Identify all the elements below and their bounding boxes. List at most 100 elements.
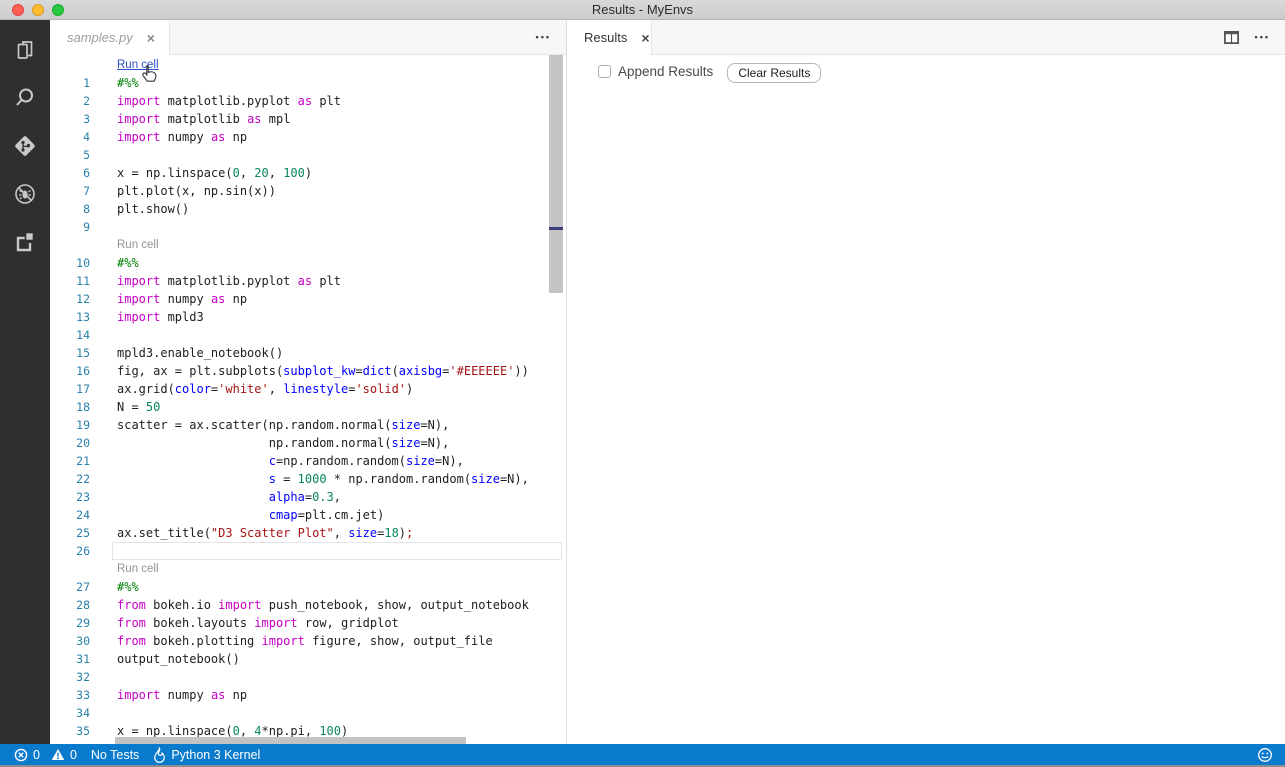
code-line-row[interactable]: 1#%%: [50, 74, 566, 92]
code-line[interactable]: x = np.linspace(0, 20, 100): [117, 166, 312, 180]
code-line[interactable]: import numpy as np: [117, 688, 247, 702]
code-line-row[interactable]: 13import mpld3: [50, 308, 566, 326]
code-line-row[interactable]: 7plt.plot(x, np.sin(x)): [50, 182, 566, 200]
code-line-row[interactable]: 15mpld3.enable_notebook(): [50, 344, 566, 362]
code-line-row[interactable]: 34: [50, 704, 566, 722]
code-line[interactable]: import matplotlib as mpl: [117, 112, 290, 126]
tab-label: samples.py: [67, 30, 133, 45]
code-line[interactable]: import matplotlib.pyplot as plt: [117, 274, 341, 288]
code-line[interactable]: import matplotlib.pyplot as plt: [117, 94, 341, 108]
code-line-row[interactable]: 30from bokeh.plotting import figure, sho…: [50, 632, 566, 650]
code-line-row[interactable]: 24 cmap=plt.cm.jet): [50, 506, 566, 524]
code-line[interactable]: #%%: [117, 256, 139, 270]
code-line-row[interactable]: 14: [50, 326, 566, 344]
code-line-row[interactable]: 18N = 50: [50, 398, 566, 416]
code-line-row[interactable]: 21 c=np.random.random(size=N),: [50, 452, 566, 470]
code-line[interactable]: alpha=0.3,: [117, 490, 341, 504]
titlebar: Results - MyEnvs: [0, 0, 1285, 20]
run-cell-codelens[interactable]: Run cell: [117, 563, 159, 575]
code-line-row[interactable]: 12import numpy as np: [50, 290, 566, 308]
code-line-row[interactable]: 9: [50, 218, 566, 236]
code-line[interactable]: #%%: [117, 76, 139, 90]
line-number: 34: [50, 706, 90, 720]
code-line-row[interactable]: 11 import matplotlib.pyplot as plt: [50, 272, 566, 290]
close-window-button[interactable]: [12, 4, 24, 16]
code-line[interactable]: ax.set_title("D3 Scatter Plot", size=18)…: [117, 526, 413, 540]
vscode-window: Results - MyEnvs: [0, 0, 1285, 767]
code-line[interactable]: x = np.linspace(0, 4*np.pi, 100): [117, 724, 348, 738]
code-line-row[interactable]: 27#%%: [50, 578, 566, 596]
extensions-icon[interactable]: [0, 218, 50, 266]
code-line[interactable]: from bokeh.io import push_notebook, show…: [117, 598, 529, 612]
explorer-icon[interactable]: [0, 26, 50, 74]
code-line-row[interactable]: 19scatter = ax.scatter(np.random.normal(…: [50, 416, 566, 434]
code-line-row[interactable]: 29from bokeh.layouts import row, gridplo…: [50, 614, 566, 632]
problems-status[interactable]: 0 0: [14, 748, 77, 762]
code-line-row[interactable]: 16fig, ax = plt.subplots(subplot_kw=dict…: [50, 362, 566, 380]
kernel-status[interactable]: Python 3 Kernel: [153, 747, 260, 763]
code-line-row[interactable]: 5: [50, 146, 566, 164]
source-control-icon[interactable]: [0, 122, 50, 170]
code-line[interactable]: from bokeh.layouts import row, gridplot: [117, 616, 399, 630]
line-number: 21: [50, 454, 90, 468]
debug-icon[interactable]: [0, 170, 50, 218]
code-line-row[interactable]: 3 import matplotlib as mpl: [50, 110, 566, 128]
code-line-row[interactable]: 2import matplotlib.pyplot as plt: [50, 92, 566, 110]
line-number: 33: [50, 688, 90, 702]
code-line[interactable]: #%%: [117, 580, 139, 594]
code-line[interactable]: plt.plot(x, np.sin(x)): [117, 184, 276, 198]
more-actions-icon[interactable]: •••: [1255, 32, 1270, 42]
line-number: 11: [50, 274, 90, 288]
editor-group-left: samples.py × ••• Run cell1#%%2import mat…: [50, 20, 566, 744]
code-line-row[interactable]: 25ax.set_title("D3 Scatter Plot", size=1…: [50, 524, 566, 542]
append-results-checkbox[interactable]: [598, 65, 611, 78]
code-line[interactable]: import mpld3: [117, 310, 204, 324]
code-line[interactable]: np.random.normal(size=N),: [117, 436, 449, 450]
code-line[interactable]: c=np.random.random(size=N),: [117, 454, 464, 468]
horizontal-scrollbar[interactable]: [115, 737, 466, 744]
code-line[interactable]: N = 50: [117, 400, 160, 414]
code-line-row[interactable]: 31output_notebook(): [50, 650, 566, 668]
code-line-row[interactable]: 22 s = 1000 * np.random.random(size=N),: [50, 470, 566, 488]
code-line[interactable]: plt.show(): [117, 202, 189, 216]
code-line[interactable]: s = 1000 * np.random.random(size=N),: [117, 472, 529, 486]
code-line-row[interactable]: 8plt.show(): [50, 200, 566, 218]
code-line-row[interactable]: 4import numpy as np: [50, 128, 566, 146]
tab-results[interactable]: Results ×: [567, 20, 652, 55]
close-icon[interactable]: ×: [147, 31, 155, 45]
code-line-row[interactable]: 28from bokeh.io import push_notebook, sh…: [50, 596, 566, 614]
code-editor[interactable]: Run cell1#%%2import matplotlib.pyplot as…: [50, 55, 566, 744]
vertical-scrollbar[interactable]: [549, 55, 563, 293]
run-cell-codelens[interactable]: Run cell: [117, 239, 159, 251]
code-line[interactable]: cmap=plt.cm.jet): [117, 508, 384, 522]
code-line-row[interactable]: 6x = np.linspace(0, 20, 100): [50, 164, 566, 182]
zoom-window-button[interactable]: [52, 4, 64, 16]
no-tests-status[interactable]: No Tests: [91, 748, 139, 762]
code-line-row[interactable]: 17ax.grid(color='white', linestyle='soli…: [50, 380, 566, 398]
code-line-row[interactable]: 23 alpha=0.3,: [50, 488, 566, 506]
code-line[interactable]: output_notebook(): [117, 652, 240, 666]
split-editor-icon[interactable]: [1223, 30, 1240, 45]
close-icon[interactable]: ×: [641, 31, 649, 45]
code-line-row[interactable]: 10#%%: [50, 254, 566, 272]
codelens-row: Run cell: [50, 56, 566, 74]
minimize-window-button[interactable]: [32, 4, 44, 16]
code-line[interactable]: from bokeh.plotting import figure, show,…: [117, 634, 493, 648]
feedback-smiley-icon[interactable]: [1257, 747, 1273, 763]
more-actions-icon[interactable]: •••: [536, 32, 551, 42]
code-line-row[interactable]: 20 np.random.normal(size=N),: [50, 434, 566, 452]
line-number: 3: [50, 112, 90, 126]
code-line[interactable]: scatter = ax.scatter(np.random.normal(si…: [117, 418, 449, 432]
code-line[interactable]: fig, ax = plt.subplots(subplot_kw=dict(a…: [117, 364, 529, 378]
code-line-row[interactable]: 32: [50, 668, 566, 686]
tab-samples-py[interactable]: samples.py ×: [50, 20, 170, 55]
code-line-row[interactable]: 33 import numpy as np: [50, 686, 566, 704]
code-line[interactable]: ax.grid(color='white', linestyle='solid'…: [117, 382, 413, 396]
flame-icon: [153, 747, 166, 763]
code-line-row[interactable]: 26: [50, 542, 566, 560]
code-line[interactable]: import numpy as np: [117, 130, 247, 144]
code-line[interactable]: mpld3.enable_notebook(): [117, 346, 283, 360]
search-icon[interactable]: [0, 74, 50, 122]
clear-results-button[interactable]: Clear Results: [727, 63, 821, 83]
code-line[interactable]: import numpy as np: [117, 292, 247, 306]
